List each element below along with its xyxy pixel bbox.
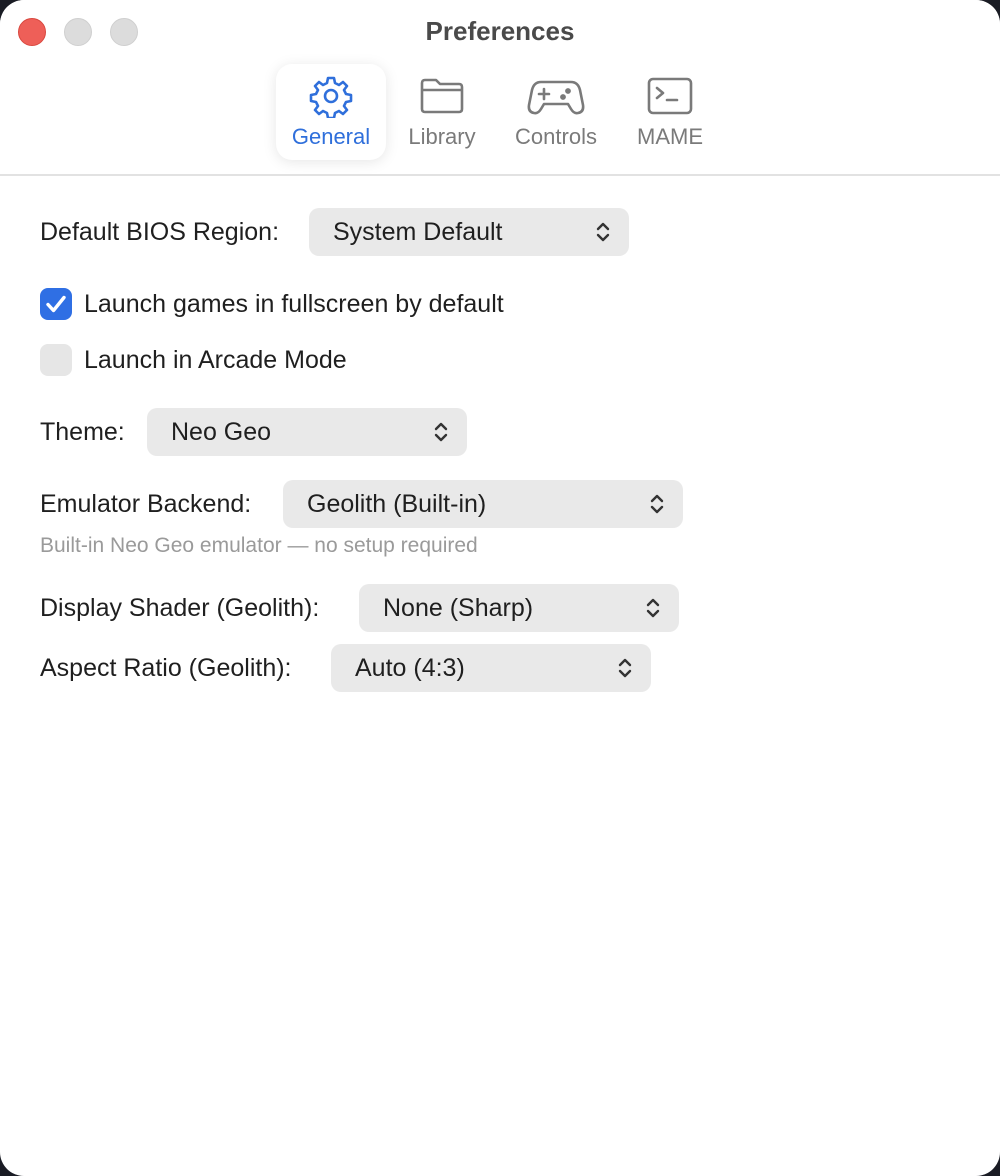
backend-value: Geolith (Built-in) [307, 489, 487, 518]
bios-region-value: System Default [333, 217, 503, 246]
tab-library[interactable]: Library [396, 64, 488, 160]
bios-region-label: Default BIOS Region: [40, 218, 280, 246]
toolbar: Preferences General Library Controls MAM… [0, 0, 1000, 176]
chevron-updown-icon [645, 596, 661, 627]
chevron-updown-icon [433, 420, 449, 451]
checkmark-icon [46, 295, 66, 313]
arcade-mode-label: Launch in Arcade Mode [84, 346, 347, 374]
tab-mame[interactable]: MAME [626, 64, 714, 160]
shader-popup[interactable]: None (Sharp) [359, 584, 679, 632]
bios-region-popup[interactable]: System Default [309, 208, 629, 256]
chevron-updown-icon [595, 220, 611, 251]
arcade-mode-checkbox[interactable] [40, 344, 72, 376]
aspect-popup[interactable]: Auto (4:3) [331, 644, 651, 692]
fullscreen-label: Launch games in fullscreen by default [84, 290, 504, 318]
aspect-label: Aspect Ratio (Geolith): [40, 654, 292, 682]
backend-hint: Built-in Neo Geo emulator — no setup req… [40, 534, 478, 557]
theme-value: Neo Geo [171, 417, 272, 446]
aspect-value: Auto (4:3) [355, 653, 465, 682]
tab-label: Library [408, 124, 476, 149]
tab-label: Controls [515, 124, 597, 149]
theme-popup[interactable]: Neo Geo [147, 408, 467, 456]
gear-icon [309, 74, 353, 118]
terminal-icon [646, 74, 694, 118]
chevron-updown-icon [617, 656, 633, 687]
fullscreen-checkbox[interactable] [40, 288, 72, 320]
chevron-updown-icon [649, 492, 665, 523]
theme-label: Theme: [40, 418, 125, 446]
tab-label: General [291, 124, 371, 149]
tab-label: MAME [637, 124, 703, 149]
backend-label: Emulator Backend: [40, 490, 252, 518]
shader-label: Display Shader (Geolith): [40, 594, 320, 622]
gamecontroller-icon [527, 74, 585, 118]
window-title: Preferences [425, 16, 575, 46]
preferences-window: Preferences General Library Controls MAM… [0, 0, 1000, 1176]
tab-controls[interactable]: Controls [502, 64, 610, 160]
tab-general[interactable]: General [276, 64, 386, 160]
shader-value: None (Sharp) [383, 593, 534, 622]
backend-popup[interactable]: Geolith (Built-in) [283, 480, 683, 528]
folder-icon [419, 74, 465, 118]
